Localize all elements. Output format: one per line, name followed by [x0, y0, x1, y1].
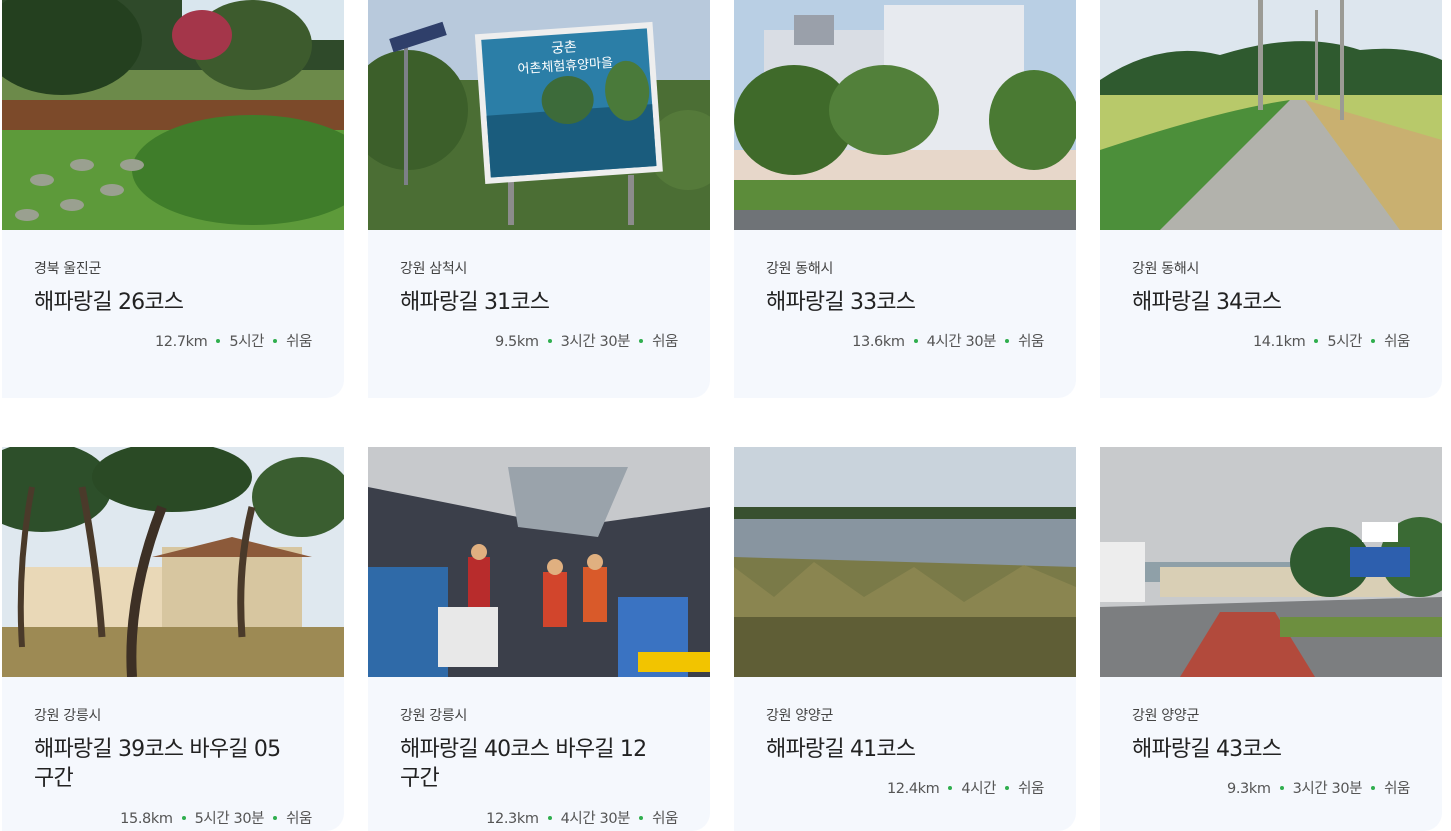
separator-dot-icon — [273, 816, 278, 820]
course-title[interactable]: 해파랑길 34코스 — [1132, 288, 1392, 317]
course-distance: 12.3km — [486, 811, 539, 827]
course-grid: 경북 울진군 해파랑길 26코스 12.7km 5시간 쉬움 궁촌 어촌체험휴양… — [0, 0, 1451, 831]
separator-dot-icon — [273, 339, 278, 343]
course-region: 강원 강릉시 — [34, 708, 102, 724]
course-card[interactable]: 강원 동해시 해파랑길 33코스 13.6km 4시간 30분 쉬움 — [734, 0, 1076, 398]
separator-dot-icon — [1279, 786, 1284, 790]
course-duration: 4시간 30분 — [926, 334, 997, 350]
course-distance: 12.7km — [154, 334, 208, 350]
course-region: 강원 동해시 — [766, 261, 834, 277]
separator-dot-icon — [216, 339, 221, 343]
course-difficulty: 쉬움 — [286, 334, 312, 350]
course-photo[interactable] — [1100, 447, 1442, 677]
course-duration: 5시간 — [1327, 334, 1363, 350]
course-photo[interactable] — [368, 447, 710, 677]
course-region: 강원 동해시 — [1132, 261, 1200, 277]
course-card[interactable]: 강원 양양군 해파랑길 43코스 9.3km 3시간 30분 쉬움 — [1100, 447, 1442, 831]
course-title[interactable]: 해파랑길 40코스 바우길 12구간 — [400, 735, 660, 793]
course-photo[interactable] — [2, 0, 344, 230]
course-duration: 3시간 30분 — [560, 334, 631, 350]
course-region: 강원 강릉시 — [400, 708, 468, 724]
course-difficulty: 쉬움 — [652, 334, 678, 350]
separator-dot-icon — [547, 816, 552, 820]
separator-dot-icon — [913, 339, 918, 343]
course-distance: 15.8km — [120, 811, 173, 827]
course-duration: 3시간 30분 — [1292, 781, 1363, 797]
course-duration: 5시간 30분 — [194, 811, 265, 827]
course-title[interactable]: 해파랑길 26코스 — [34, 288, 294, 317]
course-card[interactable]: 강원 강릉시 해파랑길 39코스 바우길 05구간 15.8km 5시간 30분 쉬… — [2, 447, 344, 831]
course-card[interactable]: 강원 강릉시 해파랑길 40코스 바우길 12구간 12.3km 4시간 30분 쉬… — [368, 447, 710, 831]
course-photo[interactable]: 궁촌 어촌체험휴양마을 — [368, 0, 710, 230]
billboard-text: 궁촌 — [551, 39, 578, 57]
course-title[interactable]: 해파랑길 33코스 — [766, 288, 1026, 317]
course-distance: 13.6km — [852, 334, 905, 350]
course-photo[interactable] — [2, 447, 344, 677]
course-card[interactable]: 궁촌 어촌체험휴양마을 강원 삼척시 해파랑길 31코스 9.5km 3시간 30… — [368, 0, 710, 398]
course-card[interactable]: 강원 동해시 해파랑길 34코스 14.1km 5시간 쉬움 — [1100, 0, 1442, 398]
separator-dot-icon — [1005, 339, 1010, 343]
course-title[interactable]: 해파랑길 39코스 바우길 05구간 — [34, 735, 294, 793]
course-title[interactable]: 해파랑길 43코스 — [1132, 735, 1392, 764]
course-distance: 12.4km — [886, 781, 940, 797]
separator-dot-icon — [181, 816, 186, 820]
course-meta: 12.4km 4시간 쉬움 — [887, 777, 1044, 798]
course-difficulty: 쉬움 — [1384, 334, 1410, 350]
course-duration: 4시간 30분 — [560, 811, 631, 827]
course-difficulty: 쉬움 — [286, 811, 312, 827]
course-card[interactable]: 경북 울진군 해파랑길 26코스 12.7km 5시간 쉬움 — [2, 0, 344, 398]
separator-dot-icon — [1371, 339, 1376, 343]
course-photo[interactable] — [1100, 0, 1442, 230]
course-region: 강원 양양군 — [1132, 708, 1200, 724]
course-distance: 9.5km — [495, 334, 539, 350]
course-meta: 9.3km 3시간 30분 쉬움 — [1227, 777, 1410, 798]
separator-dot-icon — [1314, 339, 1319, 343]
course-region: 경북 울진군 — [34, 261, 102, 277]
separator-dot-icon — [948, 786, 953, 790]
course-duration: 5시간 — [229, 334, 265, 350]
course-meta: 15.8km 5시간 30분 쉬움 — [120, 807, 312, 828]
course-card[interactable]: 강원 양양군 해파랑길 41코스 12.4km 4시간 쉬움 — [734, 447, 1076, 831]
course-difficulty: 쉬움 — [652, 811, 678, 827]
course-difficulty: 쉬움 — [1018, 781, 1044, 797]
course-meta: 12.3km 4시간 30분 쉬움 — [486, 807, 678, 828]
separator-dot-icon — [639, 339, 644, 343]
course-meta: 13.6km 4시간 30분 쉬움 — [852, 330, 1044, 351]
course-photo[interactable] — [734, 447, 1076, 677]
separator-dot-icon — [547, 339, 552, 343]
separator-dot-icon — [1005, 786, 1010, 790]
course-region: 강원 양양군 — [766, 708, 834, 724]
course-meta: 12.7km 5시간 쉬움 — [155, 330, 312, 351]
course-title[interactable]: 해파랑길 31코스 — [400, 288, 660, 317]
course-meta: 9.5km 3시간 30분 쉬움 — [495, 330, 678, 351]
course-distance: 9.3km — [1227, 781, 1271, 797]
course-distance: 14.1km — [1252, 334, 1306, 350]
course-difficulty: 쉬움 — [1384, 781, 1410, 797]
separator-dot-icon — [639, 816, 644, 820]
course-title[interactable]: 해파랑길 41코스 — [766, 735, 1026, 764]
course-meta: 14.1km 5시간 쉬움 — [1253, 330, 1410, 351]
course-photo[interactable] — [734, 0, 1076, 230]
course-region: 강원 삼척시 — [400, 261, 468, 277]
course-difficulty: 쉬움 — [1018, 334, 1044, 350]
course-duration: 4시간 — [961, 781, 997, 797]
separator-dot-icon — [1371, 786, 1376, 790]
